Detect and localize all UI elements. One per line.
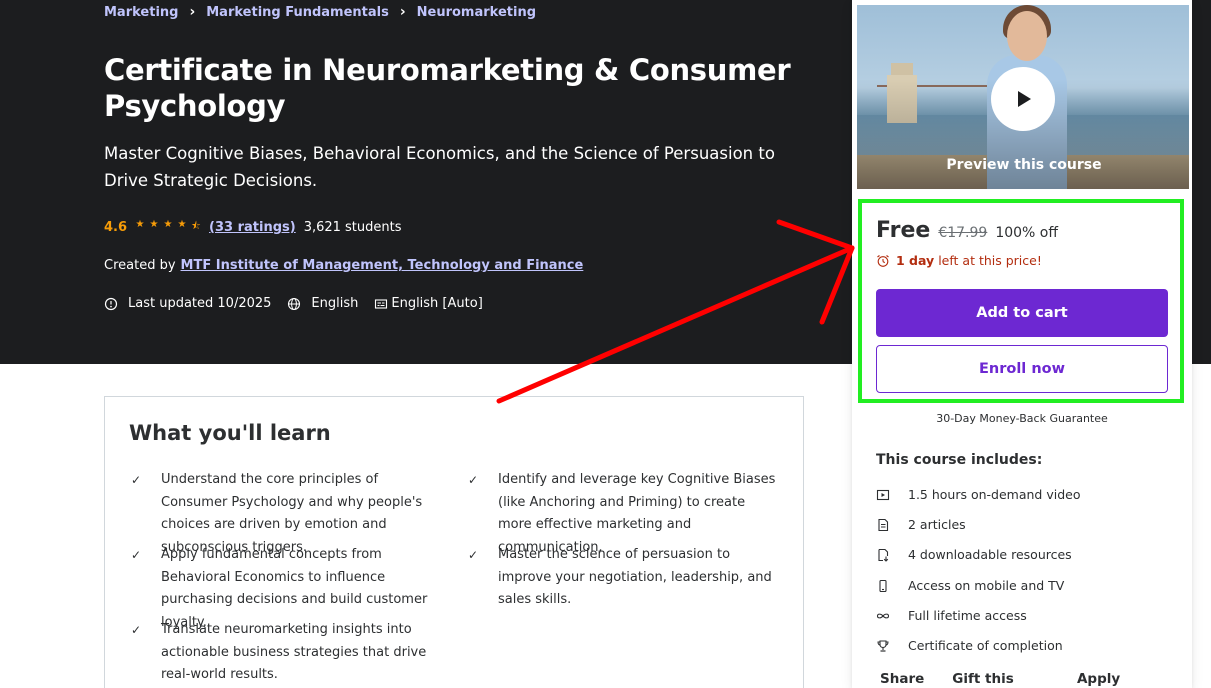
star-full-icon: ★ <box>177 219 187 230</box>
breadcrumb-neuromarketing[interactable]: Neuromarketing <box>417 5 536 20</box>
captions: English [Auto] <box>374 296 483 311</box>
trophy-icon <box>877 639 889 652</box>
include-item-text: 1.5 hours on-demand video <box>908 487 1081 502</box>
breadcrumb-marketing[interactable]: Marketing <box>104 5 178 20</box>
rating-value: 4.6 <box>104 220 128 235</box>
globe-icon <box>288 297 301 310</box>
star-full-icon: ★ <box>149 219 159 230</box>
chevron-right-icon: › <box>399 4 406 20</box>
learn-item-text: Master the science of persuasion to impr… <box>498 547 772 607</box>
closed-captions-icon <box>375 298 388 309</box>
ratings-count-link[interactable]: (33 ratings) <box>209 220 296 235</box>
check-icon: ✓ <box>131 623 142 637</box>
include-item-text: Certificate of completion <box>908 638 1063 653</box>
students-count: 3,621 students <box>303 220 402 235</box>
gift-course-button[interactable]: Gift this course <box>952 671 1049 688</box>
breadcrumb-marketing-fundamentals[interactable]: Marketing Fundamentals <box>206 5 389 20</box>
captions-text: English [Auto] <box>391 296 483 311</box>
course-subtitle: Master Cognitive Biases, Behavioral Econ… <box>104 144 775 190</box>
purchase-sidebar: Preview this course Free €17.99 100% off… <box>852 0 1192 688</box>
include-item: Full lifetime access <box>876 608 1027 623</box>
include-item: 2 articles <box>876 517 966 532</box>
language-text: English <box>311 296 359 311</box>
created-by-label: Created by <box>104 258 176 273</box>
learn-item: ✓ Translate neuromarketing insights into… <box>129 619 439 687</box>
include-item-text: Access on mobile and TV <box>908 578 1065 593</box>
course-meta: Last updated 10/2025 English English [Au… <box>104 296 499 311</box>
discount-percent: 100% off <box>995 225 1058 241</box>
last-updated-text: Last updated 10/2025 <box>128 296 272 311</box>
timer-days: 1 day <box>896 253 935 268</box>
learn-item-text: Translate neuromarketing insights into a… <box>161 622 427 682</box>
original-price: €17.99 <box>938 225 988 241</box>
alert-badge-icon <box>104 297 118 310</box>
created-by: Created by MTF Institute of Management, … <box>104 258 583 273</box>
share-button[interactable]: Share <box>880 671 924 688</box>
current-price: Free <box>876 218 931 243</box>
course-title: Certificate in Neuromarketing & Consumer… <box>104 53 791 123</box>
alarm-clock-icon <box>877 254 889 267</box>
star-half-icon: ⯪ <box>191 221 201 232</box>
star-full-icon: ★ <box>135 219 145 230</box>
include-item: Certificate of completion <box>876 638 1063 653</box>
language: English <box>287 296 358 311</box>
learn-title: What you'll learn <box>129 421 331 445</box>
learn-item: ✓ Master the science of persuasion to im… <box>466 544 776 612</box>
what-youll-learn: What you'll learn ✓ Understand the core … <box>104 396 804 688</box>
article-icon <box>878 518 889 531</box>
star-rating: ★ ★ ★ ★ ⯪ <box>133 219 203 236</box>
last-updated: Last updated 10/2025 <box>104 296 271 311</box>
check-icon: ✓ <box>468 548 479 562</box>
includes-title: This course includes: <box>876 452 1043 468</box>
include-item-text: 2 articles <box>908 517 966 532</box>
price-timer: 1 day left at this price! <box>876 253 1042 268</box>
rating-row: 4.6 ★ ★ ★ ★ ⯪ (33 ratings) 3,621 student… <box>104 219 402 236</box>
play-icon <box>1018 91 1031 107</box>
timer-text: left at this price! <box>938 253 1042 268</box>
mobile-icon <box>879 579 887 592</box>
star-full-icon: ★ <box>163 219 173 230</box>
chevron-right-icon: › <box>189 4 196 20</box>
price-row: Free €17.99 100% off <box>876 218 1058 243</box>
breadcrumb: Marketing › Marketing Fundamentals › Neu… <box>104 4 536 20</box>
enroll-now-button[interactable]: Enroll now <box>876 345 1168 393</box>
include-item: Access on mobile and TV <box>876 578 1064 593</box>
infinity-icon <box>876 613 890 618</box>
apply-coupon-button[interactable]: Apply Coupon <box>1077 671 1164 688</box>
preview-label: Preview this course <box>946 157 1102 173</box>
video-icon <box>876 489 890 500</box>
download-icon <box>878 548 889 562</box>
course-preview-video[interactable]: Preview this course <box>856 4 1190 190</box>
money-back-guarantee: 30-Day Money-Back Guarantee <box>936 412 1108 425</box>
sidebar-footer-links: Share Gift this course Apply Coupon <box>880 671 1192 688</box>
include-item: 4 downloadable resources <box>876 547 1072 562</box>
include-item-text: 4 downloadable resources <box>908 547 1072 562</box>
include-item-text: Full lifetime access <box>908 608 1027 623</box>
include-item: 1.5 hours on-demand video <box>876 487 1081 502</box>
play-button[interactable] <box>991 67 1055 131</box>
add-to-cart-button[interactable]: Add to cart <box>876 289 1168 337</box>
author-link[interactable]: MTF Institute of Management, Technology … <box>181 258 584 273</box>
